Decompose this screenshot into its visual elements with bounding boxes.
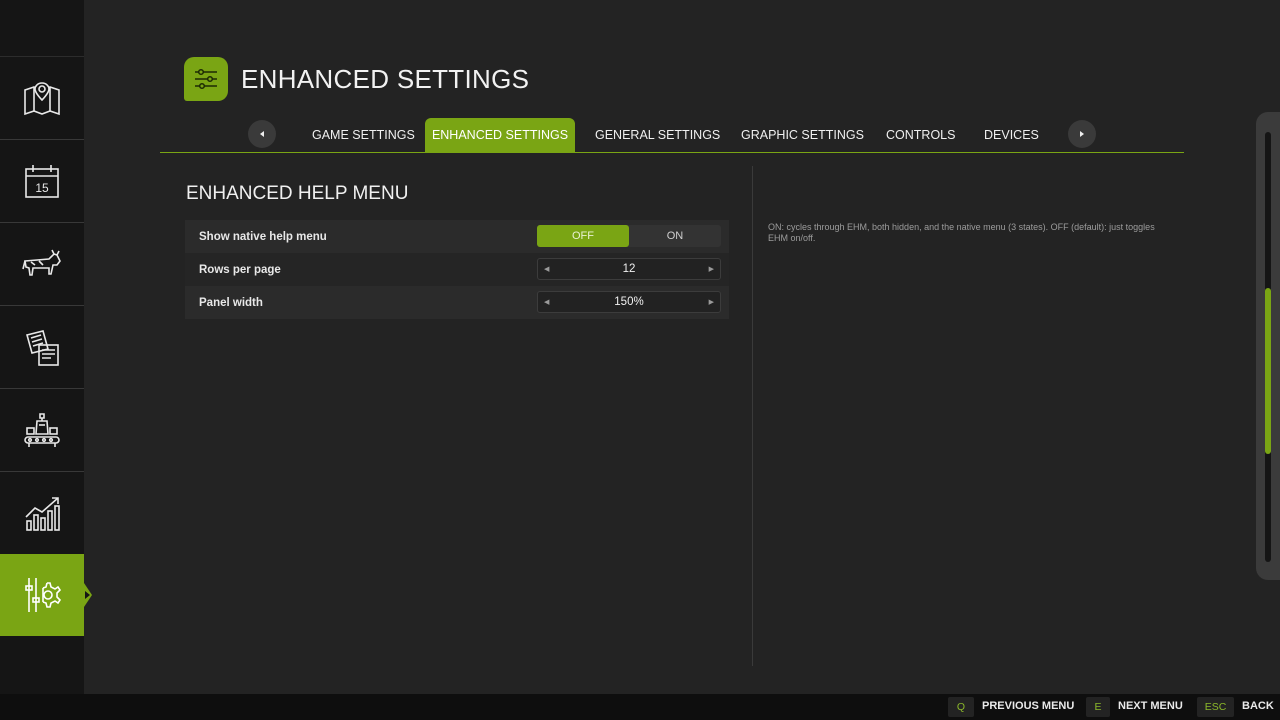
key-q-badge: Q [948,697,974,717]
stepper-value: 150% [614,296,644,308]
sidebar-item-production[interactable] [0,390,84,472]
next-menu-button[interactable]: NEXT MENU [1118,700,1183,712]
scrollbar-thumb[interactable] [1265,288,1271,454]
rows-per-page-stepper[interactable]: ◀ 12 ▶ [537,258,721,280]
toggle-off-option[interactable]: OFF [537,225,629,247]
setting-row-panel-width[interactable]: Panel width ◀ 150% ▶ [185,286,729,319]
stepper-right-arrow-icon[interactable]: ▶ [709,298,714,306]
active-indicator-arrow [85,591,90,599]
sidebar-top [0,0,84,57]
cow-icon [22,249,61,276]
panel-divider [752,166,753,666]
sidebar-item-contracts[interactable] [0,307,84,389]
setting-label: Panel width [199,296,263,309]
section-title: ENHANCED HELP MENU [186,183,409,204]
tab-prev-button[interactable] [248,120,276,148]
sidebar-item-settings[interactable] [0,554,92,636]
setting-row-native-help[interactable]: Show native help menu OFF ON [185,220,729,253]
tab-next-button[interactable] [1068,120,1096,148]
tab-bar: GAME SETTINGS ENHANCED SETTINGS GENERAL … [160,118,1184,153]
statistics-icon [25,496,60,531]
sidebar-item-calendar[interactable]: 15 [0,141,84,223]
sidebar-item-animals[interactable] [0,224,84,306]
key-esc-badge: ESC [1197,697,1234,717]
settings-screen: 15 ENHANCED SETTINGS GAME SETTINGS ENHAN… [0,0,1280,720]
panel-width-stepper[interactable]: ◀ 150% ▶ [537,291,721,313]
stepper-left-arrow-icon[interactable]: ◀ [544,265,549,273]
back-button[interactable]: BACK [1242,700,1274,712]
sidebar: 15 [0,0,92,694]
previous-menu-button[interactable]: PREVIOUS MENU [982,700,1074,712]
tab-devices[interactable]: DEVICES [970,118,1053,152]
help-description: ON: cycles through EHM, both hidden, and… [768,222,1155,243]
page-title: ENHANCED SETTINGS [241,64,530,94]
toggle-on-option[interactable]: ON [629,225,721,247]
setting-label: Show native help menu [199,230,327,243]
sliders-icon [184,57,228,101]
calendar-day: 15 [35,181,49,195]
production-icon [24,412,60,447]
tab-graphic-settings[interactable]: GRAPHIC SETTINGS [727,118,878,152]
settings-gear-icon [25,578,62,612]
tab-enhanced-settings[interactable]: ENHANCED SETTINGS [425,118,575,152]
key-e-badge: E [1086,697,1110,717]
chevron-right-icon [1080,131,1084,137]
setting-label: Rows per page [199,263,281,276]
contracts-icon [26,329,59,366]
native-help-toggle[interactable]: OFF ON [537,225,721,247]
sidebar-item-statistics[interactable] [0,473,84,555]
stepper-right-arrow-icon[interactable]: ▶ [709,265,714,273]
setting-row-rows-per-page[interactable]: Rows per page ◀ 12 ▶ [185,253,729,286]
chevron-left-icon [260,131,264,137]
stepper-value: 12 [622,263,636,275]
map-icon [24,81,60,115]
footer-bar: Q PREVIOUS MENU E NEXT MENU ESC BACK [0,694,1280,720]
tab-game-settings[interactable]: GAME SETTINGS [298,118,429,152]
tab-general-settings[interactable]: GENERAL SETTINGS [581,118,734,152]
sidebar-item-map[interactable] [0,58,84,140]
stepper-left-arrow-icon[interactable]: ◀ [544,298,549,306]
tab-controls[interactable]: CONTROLS [872,118,969,152]
calendar-icon: 15 [25,164,59,198]
